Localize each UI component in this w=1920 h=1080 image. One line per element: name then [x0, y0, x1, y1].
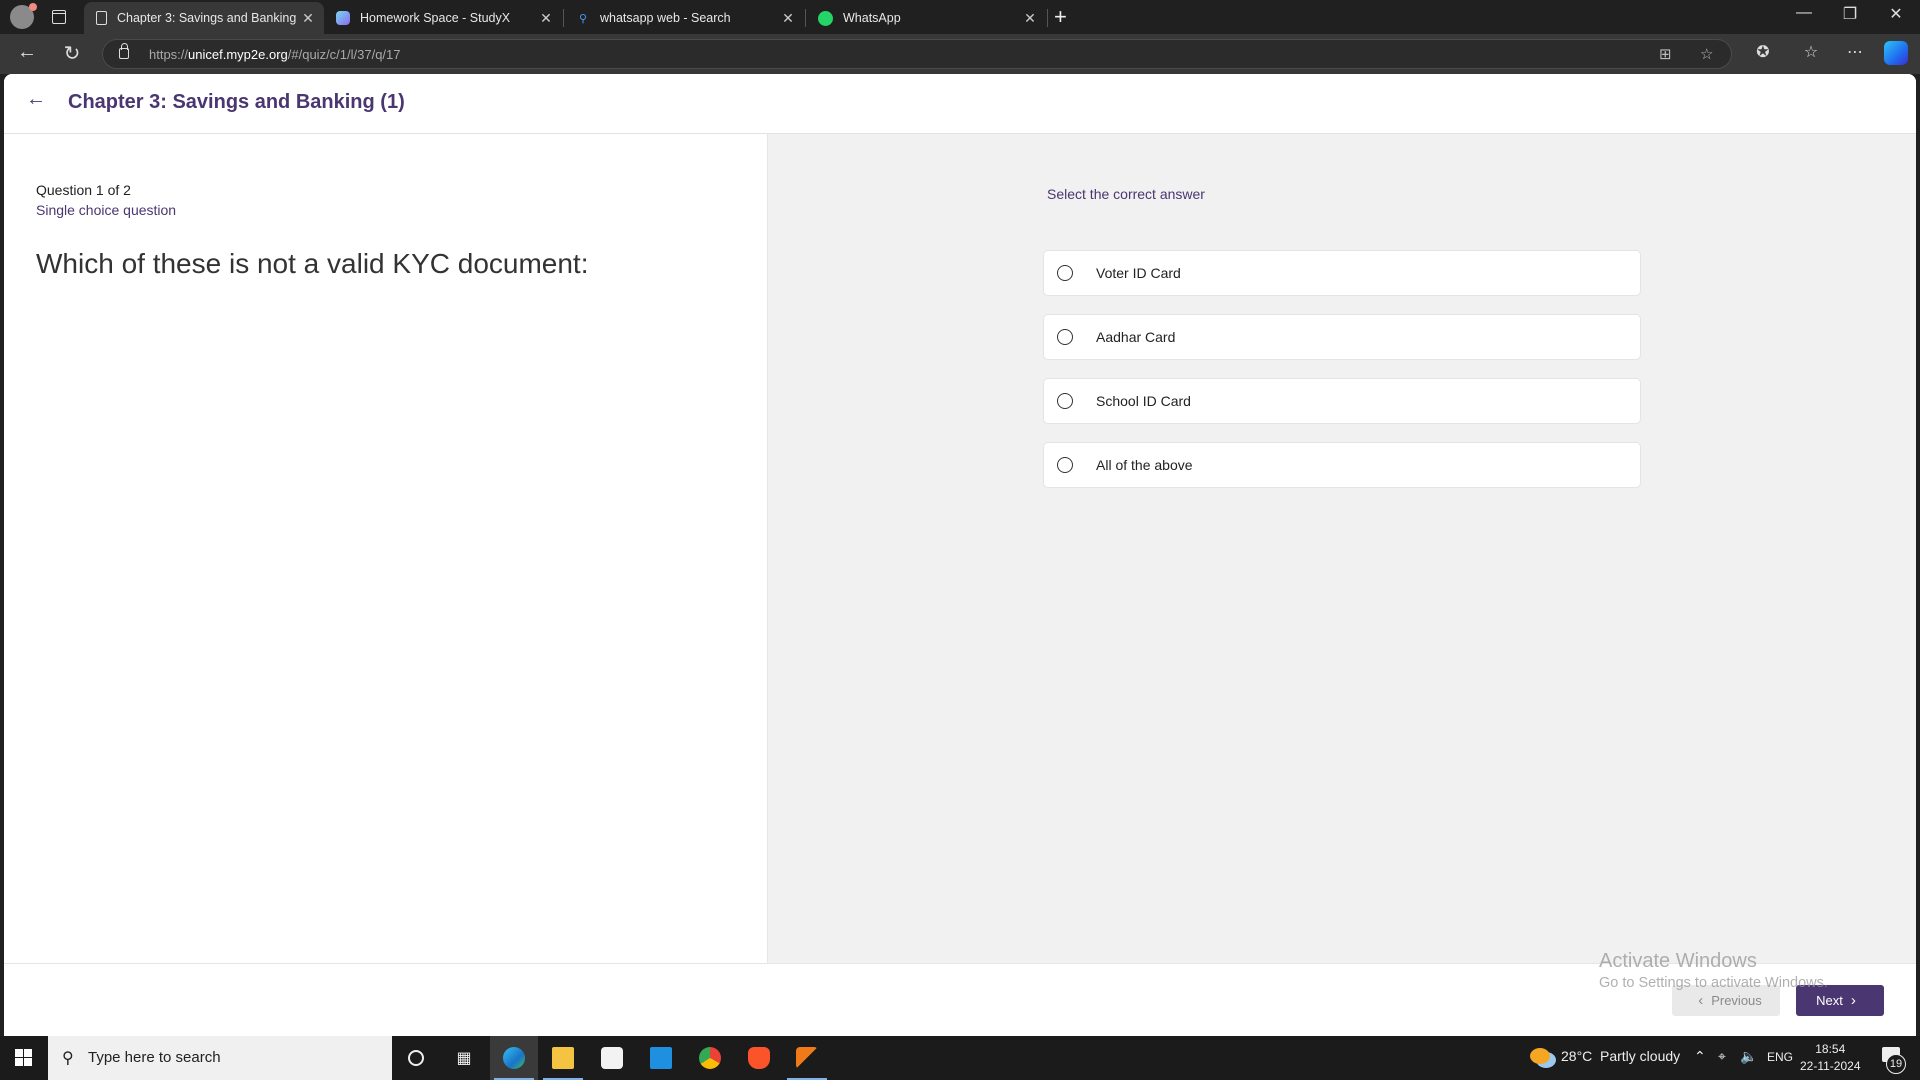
page-header: ← Chapter 3: Savings and Banking (1) [4, 74, 1916, 134]
copilot-icon[interactable] [1884, 41, 1908, 65]
clock-date: 22-11-2024 [1800, 1059, 1861, 1073]
answer-instruction: Select the correct answer [1047, 186, 1205, 202]
option-all-of-the-above[interactable]: All of the above [1043, 442, 1641, 488]
pinned-app-icon[interactable] [783, 1036, 831, 1080]
tab-close-icon[interactable]: ✕ [536, 10, 556, 27]
more-menu-icon[interactable]: ⋯ [1843, 42, 1867, 62]
network-icon[interactable]: ⌖ [1718, 1048, 1726, 1065]
microsoft-store-icon[interactable] [588, 1036, 636, 1080]
brave-icon[interactable] [735, 1036, 783, 1080]
address-bar[interactable]: https://unicef.myp2e.org/#/quiz/c/1/l/37… [102, 39, 1732, 69]
answer-panel: Select the correct answer Voter ID Card … [768, 134, 1916, 963]
tab-close-icon[interactable]: ✕ [298, 10, 318, 27]
url-host: unicef.myp2e.org [188, 47, 288, 62]
quiz-page: ← Chapter 3: Savings and Banking (1) Que… [4, 74, 1916, 1036]
browser-tab-bar: Chapter 3: Savings and Banking (1) ✕ Hom… [0, 0, 1920, 34]
cortana-icon[interactable] [392, 1036, 440, 1080]
search-placeholder: Type here to search [88, 1049, 221, 1066]
option-label: Voter ID Card [1096, 265, 1181, 281]
previous-button[interactable]: ‹ Previous [1672, 985, 1780, 1016]
minimize-button[interactable]: — [1781, 4, 1827, 22]
show-hidden-icons-icon[interactable]: ⌃ [1694, 1048, 1706, 1065]
option-voter-id-card[interactable]: Voter ID Card [1043, 250, 1641, 296]
url-text[interactable]: https://unicef.myp2e.org/#/quiz/c/1/l/37… [149, 47, 401, 62]
file-explorer-icon[interactable] [539, 1036, 587, 1080]
previous-label: Previous [1711, 993, 1762, 1008]
tab-studyx[interactable]: Homework Space - StudyX ✕ [324, 2, 562, 34]
tab-close-icon[interactable]: ✕ [778, 10, 798, 27]
notification-count-badge: 19 [1886, 1054, 1906, 1074]
next-label: Next [1816, 993, 1843, 1008]
search-icon: ⚲ [578, 12, 588, 25]
whatsapp-icon [818, 10, 833, 26]
volume-icon[interactable]: 🔈 [1740, 1048, 1757, 1065]
radio-button[interactable] [1057, 393, 1073, 409]
system-clock[interactable]: 18:54 22-11-2024 [1800, 1041, 1861, 1075]
language-indicator[interactable]: ENG [1767, 1050, 1793, 1064]
task-view-icon[interactable]: ▦ [440, 1036, 488, 1080]
tab-actions-icon[interactable] [52, 10, 66, 24]
weather-temp[interactable]: 28°C [1561, 1048, 1592, 1064]
chevron-right-icon: › [1850, 992, 1856, 1009]
page-title: Chapter 3: Savings and Banking (1) [68, 91, 405, 113]
option-aadhar-card[interactable]: Aadhar Card [1043, 314, 1641, 360]
page-icon [96, 11, 107, 25]
weather-desc[interactable]: Partly cloudy [1600, 1048, 1680, 1064]
browser-toolbar: ← ↻ https://unicef.myp2e.org/#/quiz/c/1/… [0, 34, 1920, 74]
app-available-icon[interactable]: ⊞ [1659, 45, 1672, 63]
close-window-button[interactable]: ✕ [1873, 4, 1919, 24]
option-label: Aadhar Card [1096, 329, 1176, 345]
tab-label: Chapter 3: Savings and Banking (1) [117, 11, 298, 25]
restore-button[interactable]: ❐ [1827, 4, 1873, 24]
next-button[interactable]: Next › [1796, 985, 1884, 1016]
option-school-id-card[interactable]: School ID Card [1043, 378, 1641, 424]
windows-taskbar: ⚲ Type here to search ▦ 28°C Partly clou… [0, 1036, 1920, 1080]
chrome-icon[interactable] [686, 1036, 734, 1080]
back-arrow-icon[interactable]: ← [26, 88, 46, 111]
tab-chapter-3[interactable]: Chapter 3: Savings and Banking (1) ✕ [84, 2, 324, 34]
url-path: /#/quiz/c/1/l/37/q/17 [287, 47, 401, 62]
lock-icon[interactable] [119, 43, 129, 59]
quiz-footer: ‹ Previous Next › Activate Windows Go to… [4, 950, 1916, 1036]
mail-icon[interactable] [637, 1036, 685, 1080]
windows-start-icon[interactable] [15, 1049, 32, 1066]
question-type: Single choice question [36, 202, 177, 218]
question-panel: Question 1 of 2 Single choice question W… [4, 134, 768, 963]
radio-button[interactable] [1057, 329, 1073, 345]
extensions-icon[interactable]: ✪ [1751, 42, 1775, 62]
tab-whatsapp-search[interactable]: ⚲ whatsapp web - Search ✕ [564, 2, 804, 34]
option-label: All of the above [1096, 457, 1193, 473]
question-text: Which of these is not a valid KYC docume… [36, 248, 589, 279]
tab-close-icon[interactable]: ✕ [1020, 10, 1040, 27]
tab-label: Homework Space - StudyX [360, 11, 511, 25]
radio-button[interactable] [1057, 265, 1073, 281]
favorite-star-icon[interactable]: ☆ [1700, 45, 1713, 63]
url-prefix: https:// [149, 47, 189, 62]
new-tab-button[interactable]: + [1054, 4, 1067, 30]
answer-options: Voter ID Card Aadhar Card School ID Card… [1043, 250, 1641, 506]
profile-avatar-icon[interactable] [10, 3, 37, 29]
chevron-left-icon: ‹ [1698, 992, 1704, 1009]
radio-button[interactable] [1057, 457, 1073, 473]
tab-whatsapp[interactable]: WhatsApp ✕ [806, 2, 1046, 34]
edge-icon[interactable] [490, 1036, 538, 1080]
option-label: School ID Card [1096, 393, 1191, 409]
tab-label: WhatsApp [843, 11, 901, 25]
favorites-icon[interactable]: ☆ [1799, 42, 1823, 62]
studyx-icon [336, 11, 350, 25]
weather-icon[interactable] [1530, 1048, 1550, 1067]
search-icon: ⚲ [62, 1050, 74, 1067]
back-button[interactable]: ← [13, 41, 41, 64]
clock-time: 18:54 [1815, 1042, 1846, 1056]
taskbar-search-input[interactable]: ⚲ Type here to search [48, 1036, 392, 1080]
tab-label: whatsapp web - Search [600, 11, 731, 25]
refresh-button[interactable]: ↻ [58, 41, 86, 66]
question-counter: Question 1 of 2 [36, 182, 131, 198]
tab-separator [1047, 9, 1048, 27]
